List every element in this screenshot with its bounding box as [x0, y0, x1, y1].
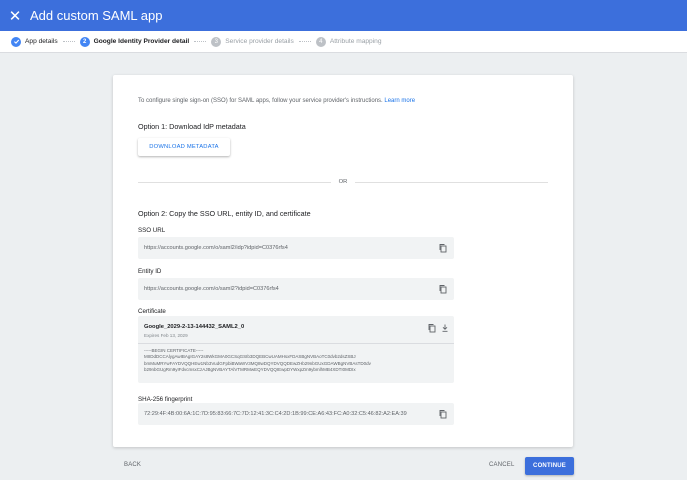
certificate-box: Google_2029-2-13-144432_SAML2_0 Expires …	[138, 316, 454, 383]
entity-id-label: Entity ID	[138, 268, 162, 275]
sso-url-label: SSO URL	[138, 227, 166, 234]
step-number: 3	[211, 36, 222, 47]
close-icon[interactable]: ✕	[0, 0, 30, 31]
step-app-details[interactable]: App details	[11, 36, 80, 47]
entity-id-field[interactable]: https://accounts.google.com/o/saml2?idpi…	[138, 278, 454, 300]
learn-more-link[interactable]: Learn more	[384, 98, 415, 104]
check-icon	[11, 36, 21, 47]
sso-url-field[interactable]: https://accounts.google.com/o/saml2/idp?…	[138, 237, 454, 259]
cancel-button[interactable]: CANCEL	[489, 462, 515, 468]
fingerprint-label: SHA-256 fingerprint	[138, 396, 193, 403]
page-title: Add custom SAML app	[30, 8, 163, 23]
step-sp-details[interactable]: 3 Service provider details	[211, 36, 316, 47]
step-label: App details	[25, 38, 58, 45]
fingerprint-field[interactable]: 72:29:4F:4B:00:6A:1C:7D:95:83:66:7C:7D:1…	[138, 403, 454, 425]
copy-icon[interactable]	[438, 409, 448, 419]
step-connector	[62, 41, 75, 42]
certificate-pem: -----BEGIN CERTIFICATE----- MIIDdDCCAlyg…	[144, 348, 444, 374]
sso-url-value: https://accounts.google.com/o/saml2/idp?…	[144, 245, 288, 251]
step-connector	[298, 41, 311, 42]
download-metadata-button[interactable]: DOWNLOAD METADATA	[138, 138, 230, 156]
copy-icon[interactable]	[438, 243, 448, 253]
download-icon[interactable]	[440, 323, 450, 333]
or-divider: OR	[138, 177, 549, 187]
certificate-separator	[138, 343, 454, 344]
stepper: App details 2 Google Identity Provider d…	[0, 31, 687, 53]
pem-line: b29nbGUgRm9yIFdvcmsxCzAJBgNVBAYTAlVTMRMw…	[144, 367, 356, 373]
intro-text: To configure single sign-on (SSO) for SA…	[138, 98, 415, 104]
or-label: OR	[338, 179, 348, 185]
step-attribute-mapping[interactable]: 4 Attribute mapping	[315, 36, 382, 47]
divider-line	[355, 181, 549, 183]
continue-button[interactable]: CONTINUE	[525, 457, 574, 475]
step-idp-details[interactable]: 2 Google Identity Provider detail	[79, 36, 212, 47]
option1-title: Option 1: Download IdP metadata	[138, 122, 246, 131]
app-header: ✕ Add custom SAML app	[0, 0, 687, 31]
entity-id-value: https://accounts.google.com/o/saml2?idpi…	[144, 286, 279, 292]
divider-line	[138, 181, 331, 183]
certificate-name: Google_2029-2-13-144432_SAML2_0	[144, 324, 245, 330]
step-label: Google Identity Provider detail	[93, 38, 190, 45]
back-button[interactable]: BACK	[124, 462, 141, 468]
step-label: Attribute mapping	[329, 38, 382, 45]
fingerprint-value: 72:29:4F:4B:00:6A:1C:7D:95:83:66:7C:7D:1…	[144, 411, 407, 417]
step-label: Service provider details	[225, 38, 294, 45]
certificate-label: Certificate	[138, 308, 166, 315]
certificate-expiry: Expires Feb 13, 2029	[144, 333, 188, 338]
option2-title: Option 2: Copy the SSO URL, entity ID, a…	[138, 209, 311, 218]
intro-message: To configure single sign-on (SSO) for SA…	[138, 98, 383, 104]
idp-details-card: To configure single sign-on (SSO) for SA…	[113, 75, 573, 447]
copy-icon[interactable]	[427, 323, 437, 333]
step-connector	[194, 41, 207, 42]
copy-icon[interactable]	[438, 284, 448, 294]
step-number: 2	[79, 36, 90, 47]
step-number: 4	[315, 36, 326, 47]
